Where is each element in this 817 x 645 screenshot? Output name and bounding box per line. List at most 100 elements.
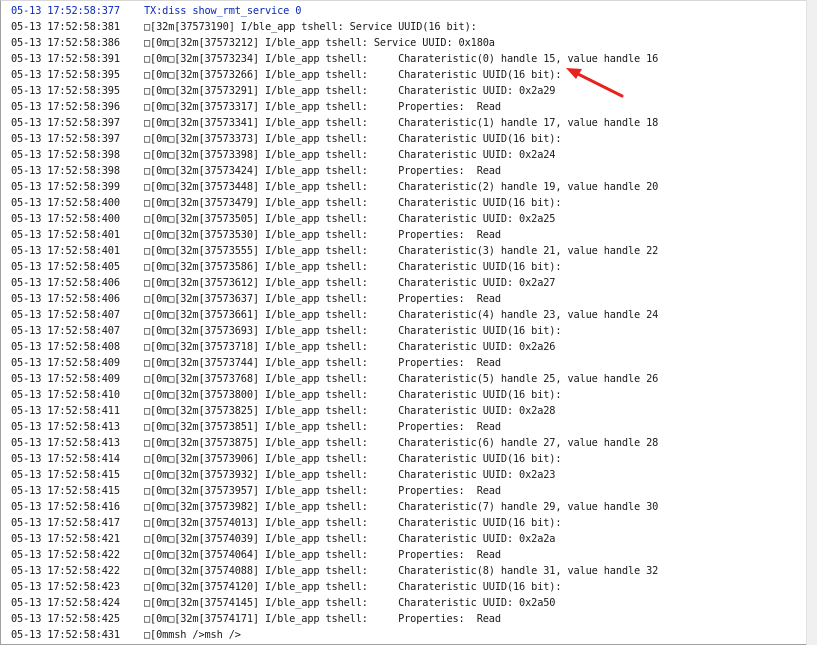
log-message: □[0m□[32m[37573398] I/ble_app tshell: Ch… [144, 149, 556, 161]
log-line: 05-13 17:52:58:423 □[0m□[32m[37574120] I/… [11, 579, 807, 595]
log-message: □[0m□[32m[37573875] I/ble_app tshell: Ch… [144, 437, 659, 449]
log-timestamp: 05-13 17:52:58:413 [11, 421, 120, 433]
log-line: 05-13 17:52:58:407 □[0m□[32m[37573693] I/… [11, 323, 807, 339]
log-message: TX:diss show_rmt_service 0 [144, 5, 302, 17]
log-timestamp: 05-13 17:52:58:386 [11, 37, 120, 49]
log-line: 05-13 17:52:58:422 □[0m□[32m[37574064] I/… [11, 547, 807, 563]
log-line: 05-13 17:52:58:395 □[0m□[32m[37573266] I/… [11, 67, 807, 83]
log-line: 05-13 17:52:58:413 □[0m□[32m[37573875] I/… [11, 435, 807, 451]
log-line: 05-13 17:52:58:386 □[0m□[32m[37573212] I/… [11, 35, 807, 51]
log-output-panel[interactable]: 05-13 17:52:58:377 TX:diss show_rmt_servi… [0, 0, 808, 645]
log-timestamp: 05-13 17:52:58:401 [11, 245, 120, 257]
log-message: □[0m□[32m[37573851] I/ble_app tshell: Pr… [144, 421, 501, 433]
log-message: □[0mmsh />msh /> [144, 629, 241, 641]
log-timestamp: 05-13 17:52:58:407 [11, 325, 120, 337]
log-timestamp: 05-13 17:52:58:398 [11, 149, 120, 161]
log-message: □[0m□[32m[37573906] I/ble_app tshell: Ch… [144, 453, 562, 465]
log-timestamp: 05-13 17:52:58:396 [11, 101, 120, 113]
log-message: □[0m□[32m[37573718] I/ble_app tshell: Ch… [144, 341, 556, 353]
log-timestamp: 05-13 17:52:58:395 [11, 85, 120, 97]
log-line: 05-13 17:52:58:415 □[0m□[32m[37573932] I/… [11, 467, 807, 483]
log-timestamp: 05-13 17:52:58:406 [11, 293, 120, 305]
log-message: □[0m□[32m[37574088] I/ble_app tshell: Ch… [144, 565, 659, 577]
log-message: □[0m□[32m[37573661] I/ble_app tshell: Ch… [144, 309, 659, 321]
log-message: □[0m□[32m[37573505] I/ble_app tshell: Ch… [144, 213, 556, 225]
log-line: 05-13 17:52:58:406 □[0m□[32m[37573637] I/… [11, 291, 807, 307]
log-message: □[0m□[32m[37573693] I/ble_app tshell: Ch… [144, 325, 562, 337]
log-message: □[0m□[32m[37573768] I/ble_app tshell: Ch… [144, 373, 659, 385]
log-line: 05-13 17:52:58:409 □[0m□[32m[37573744] I/… [11, 355, 807, 371]
log-timestamp: 05-13 17:52:58:377 [11, 5, 120, 17]
log-message: □[0m□[32m[37573424] I/ble_app tshell: Pr… [144, 165, 501, 177]
log-line: 05-13 17:52:58:397 □[0m□[32m[37573373] I/… [11, 131, 807, 147]
log-message: □[0m□[32m[37573479] I/ble_app tshell: Ch… [144, 197, 562, 209]
log-timestamp: 05-13 17:52:58:409 [11, 373, 120, 385]
log-timestamp: 05-13 17:52:58:417 [11, 517, 120, 529]
log-timestamp: 05-13 17:52:58:413 [11, 437, 120, 449]
log-message: □[0m□[32m[37573555] I/ble_app tshell: Ch… [144, 245, 659, 257]
log-timestamp: 05-13 17:52:58:399 [11, 181, 120, 193]
log-line: 05-13 17:52:58:391 □[0m□[32m[37573234] I/… [11, 51, 807, 67]
log-line: 05-13 17:52:58:381 □[32m[37573190] I/ble_… [11, 19, 807, 35]
log-timestamp: 05-13 17:52:58:400 [11, 213, 120, 225]
log-timestamp: 05-13 17:52:58:415 [11, 485, 120, 497]
log-line: 05-13 17:52:58:422 □[0m□[32m[37574088] I/… [11, 563, 807, 579]
log-line: 05-13 17:52:58:398 □[0m□[32m[37573424] I/… [11, 163, 807, 179]
log-line: 05-13 17:52:58:399 □[0m□[32m[37573448] I/… [11, 179, 807, 195]
log-message: □[0m□[32m[37573234] I/ble_app tshell: Ch… [144, 53, 659, 65]
log-message: □[0m□[32m[37573530] I/ble_app tshell: Pr… [144, 229, 501, 241]
log-timestamp: 05-13 17:52:58:431 [11, 629, 120, 641]
log-line: 05-13 17:52:58:431 □[0mmsh />msh /> [11, 627, 807, 643]
log-line: 05-13 17:52:58:401 □[0m□[32m[37573555] I/… [11, 243, 807, 259]
log-lines: 05-13 17:52:58:377 TX:diss show_rmt_servi… [11, 3, 807, 643]
log-message: □[0m□[32m[37573212] I/ble_app tshell: Se… [144, 37, 495, 49]
log-line: 05-13 17:52:58:417 □[0m□[32m[37574013] I/… [11, 515, 807, 531]
log-message: □[0m□[32m[37573448] I/ble_app tshell: Ch… [144, 181, 659, 193]
log-timestamp: 05-13 17:52:58:422 [11, 565, 120, 577]
log-line: 05-13 17:52:58:400 □[0m□[32m[37573479] I/… [11, 195, 807, 211]
log-line: 05-13 17:52:58:405 □[0m□[32m[37573586] I/… [11, 259, 807, 275]
log-line: 05-13 17:52:58:411 □[0m□[32m[37573825] I/… [11, 403, 807, 419]
log-timestamp: 05-13 17:52:58:425 [11, 613, 120, 625]
log-message: □[32m[37573190] I/ble_app tshell: Servic… [144, 21, 477, 33]
log-timestamp: 05-13 17:52:58:416 [11, 501, 120, 513]
log-timestamp: 05-13 17:52:58:398 [11, 165, 120, 177]
vertical-scrollbar[interactable] [806, 0, 817, 645]
log-timestamp: 05-13 17:52:58:411 [11, 405, 120, 417]
log-timestamp: 05-13 17:52:58:424 [11, 597, 120, 609]
log-timestamp: 05-13 17:52:58:421 [11, 533, 120, 545]
log-message: □[0m□[32m[37573825] I/ble_app tshell: Ch… [144, 405, 556, 417]
log-timestamp: 05-13 17:52:58:409 [11, 357, 120, 369]
log-line: 05-13 17:52:58:413 □[0m□[32m[37573851] I/… [11, 419, 807, 435]
log-line: 05-13 17:52:58:377 TX:diss show_rmt_servi… [11, 3, 807, 19]
log-message: □[0m□[32m[37574145] I/ble_app tshell: Ch… [144, 597, 556, 609]
log-line: 05-13 17:52:58:416 □[0m□[32m[37573982] I/… [11, 499, 807, 515]
log-message: □[0m□[32m[37573637] I/ble_app tshell: Pr… [144, 293, 501, 305]
log-timestamp: 05-13 17:52:58:401 [11, 229, 120, 241]
log-message: □[0m□[32m[37573586] I/ble_app tshell: Ch… [144, 261, 562, 273]
log-message: □[0m□[32m[37573612] I/ble_app tshell: Ch… [144, 277, 556, 289]
log-line: 05-13 17:52:58:401 □[0m□[32m[37573530] I/… [11, 227, 807, 243]
log-message: □[0m□[32m[37573744] I/ble_app tshell: Pr… [144, 357, 501, 369]
log-timestamp: 05-13 17:52:58:397 [11, 117, 120, 129]
log-timestamp: 05-13 17:52:58:381 [11, 21, 120, 33]
log-message: □[0m□[32m[37573982] I/ble_app tshell: Ch… [144, 501, 659, 513]
log-message: □[0m□[32m[37573957] I/ble_app tshell: Pr… [144, 485, 501, 497]
log-message: □[0m□[32m[37573266] I/ble_app tshell: Ch… [144, 69, 562, 81]
log-timestamp: 05-13 17:52:58:406 [11, 277, 120, 289]
log-timestamp: 05-13 17:52:58:422 [11, 549, 120, 561]
log-line: 05-13 17:52:58:398 □[0m□[32m[37573398] I/… [11, 147, 807, 163]
log-line: 05-13 17:52:58:395 □[0m□[32m[37573291] I/… [11, 83, 807, 99]
log-line: 05-13 17:52:58:406 □[0m□[32m[37573612] I/… [11, 275, 807, 291]
log-timestamp: 05-13 17:52:58:391 [11, 53, 120, 65]
log-timestamp: 05-13 17:52:58:395 [11, 69, 120, 81]
log-timestamp: 05-13 17:52:58:400 [11, 197, 120, 209]
log-line: 05-13 17:52:58:410 □[0m□[32m[37573800] I/… [11, 387, 807, 403]
log-message: □[0m□[32m[37574171] I/ble_app tshell: Pr… [144, 613, 501, 625]
log-message: □[0m□[32m[37574039] I/ble_app tshell: Ch… [144, 533, 556, 545]
log-timestamp: 05-13 17:52:58:405 [11, 261, 120, 273]
log-timestamp: 05-13 17:52:58:410 [11, 389, 120, 401]
log-line: 05-13 17:52:58:414 □[0m□[32m[37573906] I/… [11, 451, 807, 467]
log-message: □[0m□[32m[37573317] I/ble_app tshell: Pr… [144, 101, 501, 113]
log-message: □[0m□[32m[37574120] I/ble_app tshell: Ch… [144, 581, 562, 593]
